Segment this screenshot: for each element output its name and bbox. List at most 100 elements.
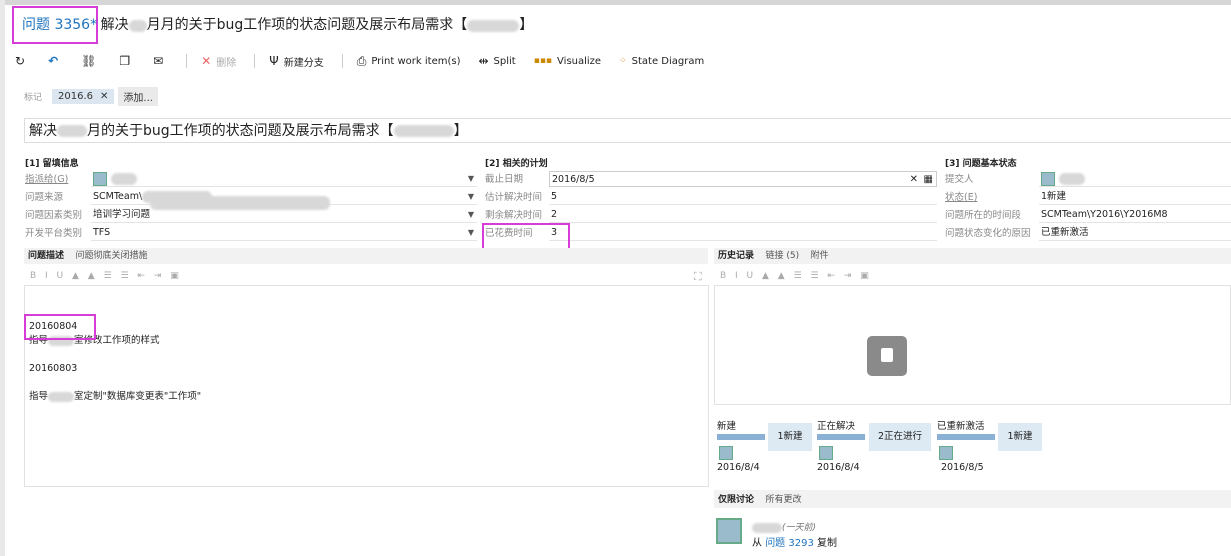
link-button[interactable]: ⛓ xyxy=(81,54,101,68)
window-top-strip xyxy=(0,0,1231,5)
redacted-block xyxy=(57,125,87,137)
chevron-down-icon[interactable]: ▼ xyxy=(468,189,474,204)
desc-format-toolbar[interactable]: B I U ▲ ▲ ☰ ☰ ⇤ ⇥ ▣ xyxy=(30,271,182,281)
iteration-field[interactable]: SCMTeam\Y2016\Y2016M8 xyxy=(1039,207,1231,223)
visualize-label: Visualize xyxy=(557,55,602,67)
state-diagram-button[interactable]: ⁘ State Diagram xyxy=(619,56,704,67)
discussion-link[interactable]: 问题 3293 xyxy=(765,538,814,549)
state-value: 1新建 xyxy=(1041,191,1067,202)
toolbar-separator xyxy=(254,54,256,68)
tab-history[interactable]: 历史记录 xyxy=(718,251,754,261)
delete-icon: ✕ xyxy=(201,54,212,68)
due-date-field[interactable]: 2016/8/5 ✕ ▦ xyxy=(549,171,937,187)
chevron-down-icon[interactable]: ▼ xyxy=(468,171,474,186)
flow-state-2: 2正在进行 xyxy=(869,423,931,451)
workitem-header: 问题 3356* 解决 月月的关于bug工作项的状态问题及展示布局需求【 】 xyxy=(22,14,533,34)
redacted-block xyxy=(128,20,147,32)
field-row-platform: 开发平台类别 TFS ▼ xyxy=(25,225,477,243)
tags-label: 标记 xyxy=(24,93,43,103)
tab-attachments[interactable]: 附件 xyxy=(811,251,829,261)
remaining-field[interactable]: 2 xyxy=(549,207,937,223)
visualize-icon: ▪▪▪ xyxy=(533,56,553,66)
calendar-icon[interactable]: ▦ xyxy=(924,172,933,187)
refresh-button[interactable]: ↻ xyxy=(15,54,30,68)
spent-time-highlight xyxy=(482,223,570,250)
chevron-down-icon[interactable]: ▼ xyxy=(468,207,474,222)
submitter-field[interactable] xyxy=(1039,171,1231,187)
new-branch-label: 新建分支 xyxy=(283,57,324,69)
redacted-block xyxy=(150,196,330,210)
print-label: Print work item(s) xyxy=(371,55,461,67)
undo-icon: ↶ xyxy=(48,54,59,68)
discussion-copied: 复制 xyxy=(817,538,838,549)
field-row-reason: 问题状态变化的原因 已重新激活 xyxy=(945,225,1231,243)
tag-chip-label: 2016.6 xyxy=(58,91,94,102)
refresh-icon: ↻ xyxy=(15,54,26,68)
date-highlight xyxy=(24,314,96,340)
history-comment-editor[interactable] xyxy=(714,285,1231,405)
chevron-down-icon[interactable]: ▼ xyxy=(468,225,474,240)
field-row-state: 状态(E) 1新建 xyxy=(945,189,1231,207)
history-format-toolbar[interactable]: B I U ▲ ▲ ☰ ☰ ⇤ ⇥ ▣ xyxy=(720,271,872,281)
spent-field[interactable]: 3 xyxy=(549,225,937,241)
split-button[interactable]: ⇹ Split xyxy=(478,54,515,68)
title-field-text-a: 解决 xyxy=(29,123,57,139)
assignee-label: 指派给(G) xyxy=(25,174,69,185)
visualize-button[interactable]: ▪▪▪ Visualize xyxy=(534,56,601,67)
tag-remove-icon[interactable]: ✕ xyxy=(100,91,108,102)
tab-description[interactable]: 问题描述 xyxy=(28,251,64,261)
flow-transition-1: 新建 xyxy=(717,421,737,432)
assignee-field[interactable]: ▼ xyxy=(91,171,477,187)
estimate-field[interactable]: 5 xyxy=(549,189,937,205)
state-diagram-label: State Diagram xyxy=(631,55,705,67)
loading-icon xyxy=(867,336,907,376)
field-row-assignee: 指派给(G) ▼ xyxy=(25,171,477,189)
title-field-text-b: 月的关于bug工作项的状态问题及展示布局需求【 xyxy=(87,123,394,139)
redacted-block xyxy=(752,522,782,533)
title-field[interactable]: 解决 月的关于bug工作项的状态问题及展示布局需求【 】 xyxy=(24,118,1231,143)
add-tag-button[interactable]: 添加... xyxy=(118,87,158,106)
header-title-prefix: 解决 xyxy=(100,17,129,33)
workitem-id-link[interactable]: 问题 3356* xyxy=(22,17,97,33)
flow-transition-2: 正在解决 xyxy=(817,421,856,432)
tags-row: 标记 2016.6 ✕ 添加... xyxy=(24,87,158,106)
tab-all-changes[interactable]: 所有更改 xyxy=(766,495,802,505)
avatar xyxy=(93,171,107,186)
print-button[interactable]: ⎙ Print work item(s) xyxy=(357,54,461,69)
category-value: 培训学习问题 xyxy=(93,209,151,220)
flow-date-3: 2016/8/5 xyxy=(941,462,984,473)
redacted-block xyxy=(467,20,520,32)
tab-close-measures[interactable]: 问题彻底关闭措施 xyxy=(76,251,148,261)
discussion-from: 从 xyxy=(752,538,762,549)
state-field[interactable]: 1新建 xyxy=(1039,189,1231,205)
header-title-text: 月月的关于bug工作项的状态问题及展示布局需求【 xyxy=(146,17,468,33)
title-field-text-c: 】 xyxy=(453,123,468,139)
due-date-label: 截止日期 xyxy=(485,174,524,185)
clear-icon[interactable]: ✕ xyxy=(910,172,918,187)
delete-button[interactable]: ✕ 删除 xyxy=(201,54,236,69)
estimate-label: 估计解决时间 xyxy=(485,192,543,203)
iteration-label: 问题所在的时间段 xyxy=(945,210,1022,221)
platform-field[interactable]: TFS ▼ xyxy=(91,225,477,241)
copy-button[interactable]: ❐ xyxy=(119,54,135,68)
tab-links[interactable]: 链接 (5) xyxy=(766,251,800,261)
reason-field[interactable]: 已重新激活 xyxy=(1039,225,1231,241)
status-fields: 提交人 状态(E) 1新建 问题所在的时间段 SCMTeam\Y2016\Y20… xyxy=(945,171,1231,243)
toolbar: ↻ ↶ ⛓ ❐ ✉ ✕ 删除 Ψ 新建分支 ⎙ Print work item(s) … xyxy=(15,50,722,72)
field-row-submitter: 提交人 xyxy=(945,171,1231,189)
estimate-value: 5 xyxy=(551,191,558,202)
redacted-block xyxy=(48,391,75,402)
expand-icon[interactable]: ⛶ xyxy=(694,270,702,284)
tab-discussion-only[interactable]: 仅限讨论 xyxy=(718,495,754,505)
new-branch-button[interactable]: Ψ 新建分支 xyxy=(269,54,323,69)
section-required-heading: [1] 留填信息 xyxy=(25,159,79,169)
platform-value: TFS xyxy=(93,227,111,238)
email-button[interactable]: ✉ xyxy=(153,54,168,68)
desc-line-text2-a: 指导 xyxy=(29,391,49,402)
iteration-value: SCMTeam\Y2016\Y2016M8 xyxy=(1041,209,1168,220)
state-diagram-icon: ⁘ xyxy=(619,56,627,66)
flow-state-3: 1新建 xyxy=(998,423,1042,451)
undo-button[interactable]: ↶ xyxy=(48,54,63,68)
left-edge xyxy=(0,0,5,556)
field-row-estimate: 估计解决时间 5 xyxy=(485,189,937,207)
